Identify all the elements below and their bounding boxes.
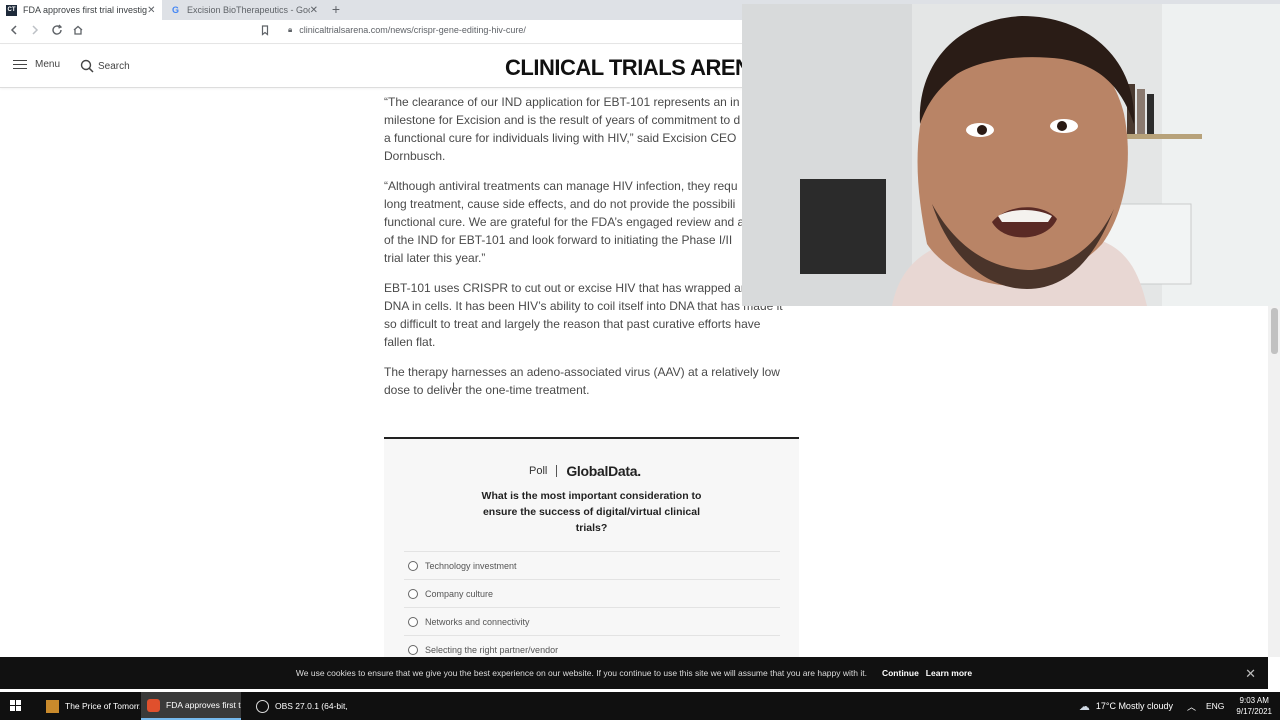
close-icon[interactable]: ✕: [1245, 666, 1256, 682]
radio-button[interactable]: [408, 560, 418, 571]
scrollbar-thumb[interactable]: [1271, 308, 1278, 354]
poll-widget: Poll GlobalData. What is the most import…: [384, 437, 799, 667]
article-line: EBT-101 uses CRISPR to cut out or excise…: [384, 281, 745, 295]
language-indicator[interactable]: ENG: [1206, 701, 1224, 711]
close-tab-icon[interactable]: ✕: [147, 5, 156, 16]
clinical-trials-favicon-icon: CT: [6, 4, 17, 16]
article-line: fallen flat.: [384, 335, 436, 349]
taskbar-item-obs[interactable]: OBS 27.0.1 (64-bit, ...: [250, 692, 350, 720]
menu-button[interactable]: Menu: [13, 59, 60, 70]
taskbar-item-label: The Price of Tomorr...: [65, 701, 140, 711]
search-label: Search: [98, 60, 130, 72]
article-line: of the IND for EBT-101 and look forward …: [384, 233, 733, 247]
tab-active[interactable]: CT FDA approves first trial investigat ✕: [0, 0, 162, 20]
option-label: Technology investment: [425, 560, 517, 571]
forward-icon[interactable]: [27, 24, 43, 40]
poll-question: What is the most important consideration…: [481, 490, 702, 534]
option-label: Selecting the right partner/vendor: [425, 644, 559, 655]
chevron-up-icon[interactable]: ︿: [1187, 700, 1196, 713]
cookie-message: We use cookies to ensure that we give yo…: [295, 668, 867, 678]
text-cursor-icon: Ι: [452, 381, 456, 393]
webcam-person-image: [742, 4, 1280, 306]
poll-options: Technology investment Company culture Ne…: [404, 551, 780, 663]
article-body: “The clearance of our IND application fo…: [384, 93, 794, 411]
lock-icon: 🔒︎: [288, 25, 293, 34]
system-tray: ☁ 17°C Mostly cloudy ︿ ENG 9:03 AM 9/17/…: [1079, 692, 1272, 720]
address-bar[interactable]: 🔒︎ clinicaltrialsarena.com/news/crispr-g…: [288, 25, 526, 35]
continue-button[interactable]: Continue: [882, 668, 919, 678]
weather-widget[interactable]: ☁ 17°C Mostly cloudy: [1079, 700, 1173, 713]
article-line: “Although antiviral treatments can manag…: [384, 179, 738, 193]
google-favicon-icon: G: [171, 5, 179, 15]
article-line: long treatment, cause side effects, and …: [384, 197, 736, 211]
radio-button[interactable]: [408, 644, 418, 655]
poll-header: Poll GlobalData.: [529, 463, 641, 479]
radio-button[interactable]: [408, 616, 418, 627]
article-paragraph: EBT-101 uses CRISPR to cut out or excise…: [384, 279, 794, 351]
webcam-overlay: [742, 4, 1280, 306]
taskbar-item-book[interactable]: The Price of Tomorr...: [40, 692, 140, 720]
taskbar-item-browser[interactable]: FDA approves first t...: [141, 692, 241, 720]
book-icon: [46, 699, 59, 713]
article-line: functional cure. We are grateful for the…: [384, 215, 745, 229]
poll-option[interactable]: Technology investment: [404, 551, 780, 579]
clock-time: 9:03 AM: [1239, 696, 1269, 705]
tab-title: Excision BioTherapeutics - Google Sea: [187, 5, 310, 15]
windows-start-icon[interactable]: [10, 700, 22, 712]
globaldata-logo: GlobalData.: [566, 463, 641, 479]
taskbar-item-label: OBS 27.0.1 (64-bit, ...: [275, 701, 350, 711]
search-icon: [80, 59, 94, 73]
site-logo[interactable]: CLINICAL TRIALS AREN: [505, 55, 751, 81]
close-tab-icon[interactable]: ✕: [310, 5, 318, 16]
article-paragraph: “The clearance of our IND application fo…: [384, 93, 794, 165]
article-line: a functional cure for individuals living…: [384, 131, 737, 145]
clock-date: 9/17/2021: [1236, 707, 1272, 716]
screen: CT FDA approves first trial investigat ✕…: [0, 0, 1280, 720]
article-paragraph: The therapy harnesses an adeno-associate…: [384, 363, 794, 399]
clock[interactable]: 9:03 AM 9/17/2021: [1236, 695, 1272, 717]
poll-option[interactable]: Company culture: [404, 579, 780, 607]
article-line: DNA in cells. It has been HIV’s ability …: [384, 299, 783, 313]
brave-browser-icon: [147, 698, 160, 712]
article-line: The therapy harnesses an adeno-associate…: [384, 365, 780, 379]
reload-icon[interactable]: [49, 24, 65, 40]
url-text: clinicaltrialsarena.com/news/crispr-gene…: [299, 25, 526, 35]
option-label: Networks and connectivity: [425, 616, 530, 627]
taskbar-item-label: FDA approves first t...: [166, 700, 241, 710]
menu-label: Menu: [35, 59, 61, 70]
new-tab-icon[interactable]: +: [328, 1, 344, 19]
option-label: Company culture: [425, 588, 494, 599]
article-line: milestone for Excision and is the result…: [384, 113, 741, 127]
tab-title: FDA approves first trial investigat: [23, 5, 147, 15]
radio-button[interactable]: [408, 588, 418, 599]
article-line: trial later this year.”: [384, 251, 486, 265]
search-button[interactable]: Search: [80, 59, 130, 73]
obs-icon: [256, 699, 269, 713]
home-icon[interactable]: [70, 24, 86, 40]
learn-more-link[interactable]: Learn more: [926, 668, 972, 678]
divider: [556, 465, 558, 477]
article-paragraph: “Although antiviral treatments can manag…: [384, 177, 794, 267]
article-line: “The clearance of our IND application fo…: [384, 95, 740, 109]
article-line: dose to deliver the one-time treatment.: [384, 383, 590, 397]
article-line: Dornbusch.: [384, 149, 446, 163]
tab-google-search[interactable]: G Excision BioTherapeutics - Google Sea …: [164, 0, 324, 20]
back-icon[interactable]: [6, 24, 22, 40]
cloud-icon: ☁: [1078, 700, 1090, 713]
weather-text: 17°C Mostly cloudy: [1095, 701, 1173, 711]
cookie-banner: We use cookies to ensure that we give yo…: [0, 657, 1268, 689]
poll-label: Poll: [529, 465, 548, 477]
bookmark-icon[interactable]: [257, 24, 273, 40]
windows-taskbar: The Price of Tomorr... FDA approves firs…: [0, 692, 1280, 720]
poll-option[interactable]: Networks and connectivity: [404, 607, 780, 635]
hamburger-icon: [13, 59, 27, 70]
article-line: so difficult to treat and largely the re…: [384, 317, 761, 331]
